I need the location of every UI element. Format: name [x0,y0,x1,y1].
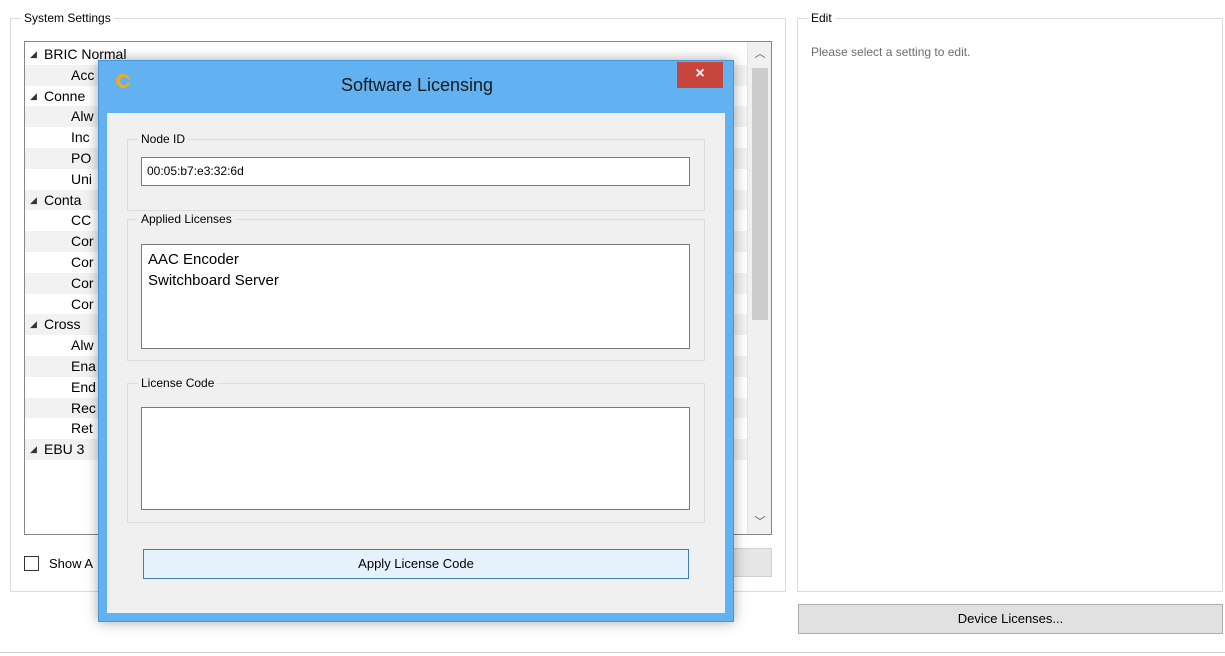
license-code-input[interactable] [141,407,690,510]
tree-item-label: Cor [71,274,94,291]
bottom-divider [0,652,1225,653]
tree-item-label: Conne [44,87,86,104]
scroll-up-icon[interactable]: ︿ [748,44,771,64]
tree-item-label: EBU 3 [44,441,85,458]
expand-arrow-icon[interactable]: ◢ [30,44,44,65]
close-icon[interactable]: × [677,62,723,88]
tree-item-label: Cor [71,233,94,250]
dialog-title: Software Licensing [340,75,494,95]
tree-item-label: Inc [71,129,90,146]
tree-item-label: Ena [71,357,96,374]
license-code-label: License Code [138,376,218,390]
show-all-row[interactable]: Show A [24,553,93,573]
show-all-checkbox[interactable] [24,555,39,571]
license-code-value [142,408,689,414]
expand-arrow-icon[interactable]: ◢ [30,314,44,335]
tree-item-label: Alw [71,108,94,125]
dialog-body: Node ID 00:05:b7:e3:32:6d Applied Licens… [107,113,725,613]
scroll-thumb[interactable] [752,68,768,320]
tree-item-label: Rec [71,399,96,416]
apply-license-code-button[interactable]: Apply License Code [143,549,689,579]
dialog-title-bar[interactable]: Software Licensing × [99,61,733,113]
tree-scrollbar[interactable]: ︿ ﹀ [747,42,771,534]
expand-arrow-icon[interactable]: ◢ [30,86,44,107]
applied-licenses-label: Applied Licenses [138,212,235,226]
edit-hint: Please select a setting to edit. [811,45,971,59]
scroll-down-icon[interactable]: ﹀ [748,512,771,532]
tree-item-label: Alw [71,337,94,354]
tree-item-label: Acc [71,66,95,83]
tree-item-label: End [71,378,96,395]
tree-item-label: CC [71,212,92,229]
expand-arrow-icon[interactable]: ◢ [30,190,44,211]
applied-licenses-list[interactable]: AAC Encoder Switchboard Server [141,244,690,349]
partially-hidden-button[interactable] [728,548,772,577]
tree-item-label: Cor [71,253,94,270]
node-id-field[interactable]: 00:05:b7:e3:32:6d [141,157,690,186]
license-item[interactable]: AAC Encoder [142,249,689,270]
tree-item-label: Ret [71,420,93,437]
system-settings-title: System Settings [21,11,114,25]
tree-item-label: Conta [44,191,82,208]
edit-title: Edit [808,11,835,25]
license-item[interactable]: Switchboard Server [142,270,689,291]
show-all-label: Show A [49,555,94,571]
tree-item-label: Cor [71,295,94,312]
tree-item-label: Uni [71,170,93,187]
software-licensing-dialog: Software Licensing × Node ID 00:05:b7:e3… [98,60,734,622]
node-id-label: Node ID [138,132,189,146]
tree-item-label: PO [71,149,92,166]
device-licenses-button[interactable]: Device Licenses... [798,604,1223,634]
edit-group: Edit [797,11,1223,592]
tree-item-label: Cross [44,316,81,333]
node-id-value: 00:05:b7:e3:32:6d [147,164,244,178]
expand-arrow-icon[interactable]: ◢ [30,439,44,460]
